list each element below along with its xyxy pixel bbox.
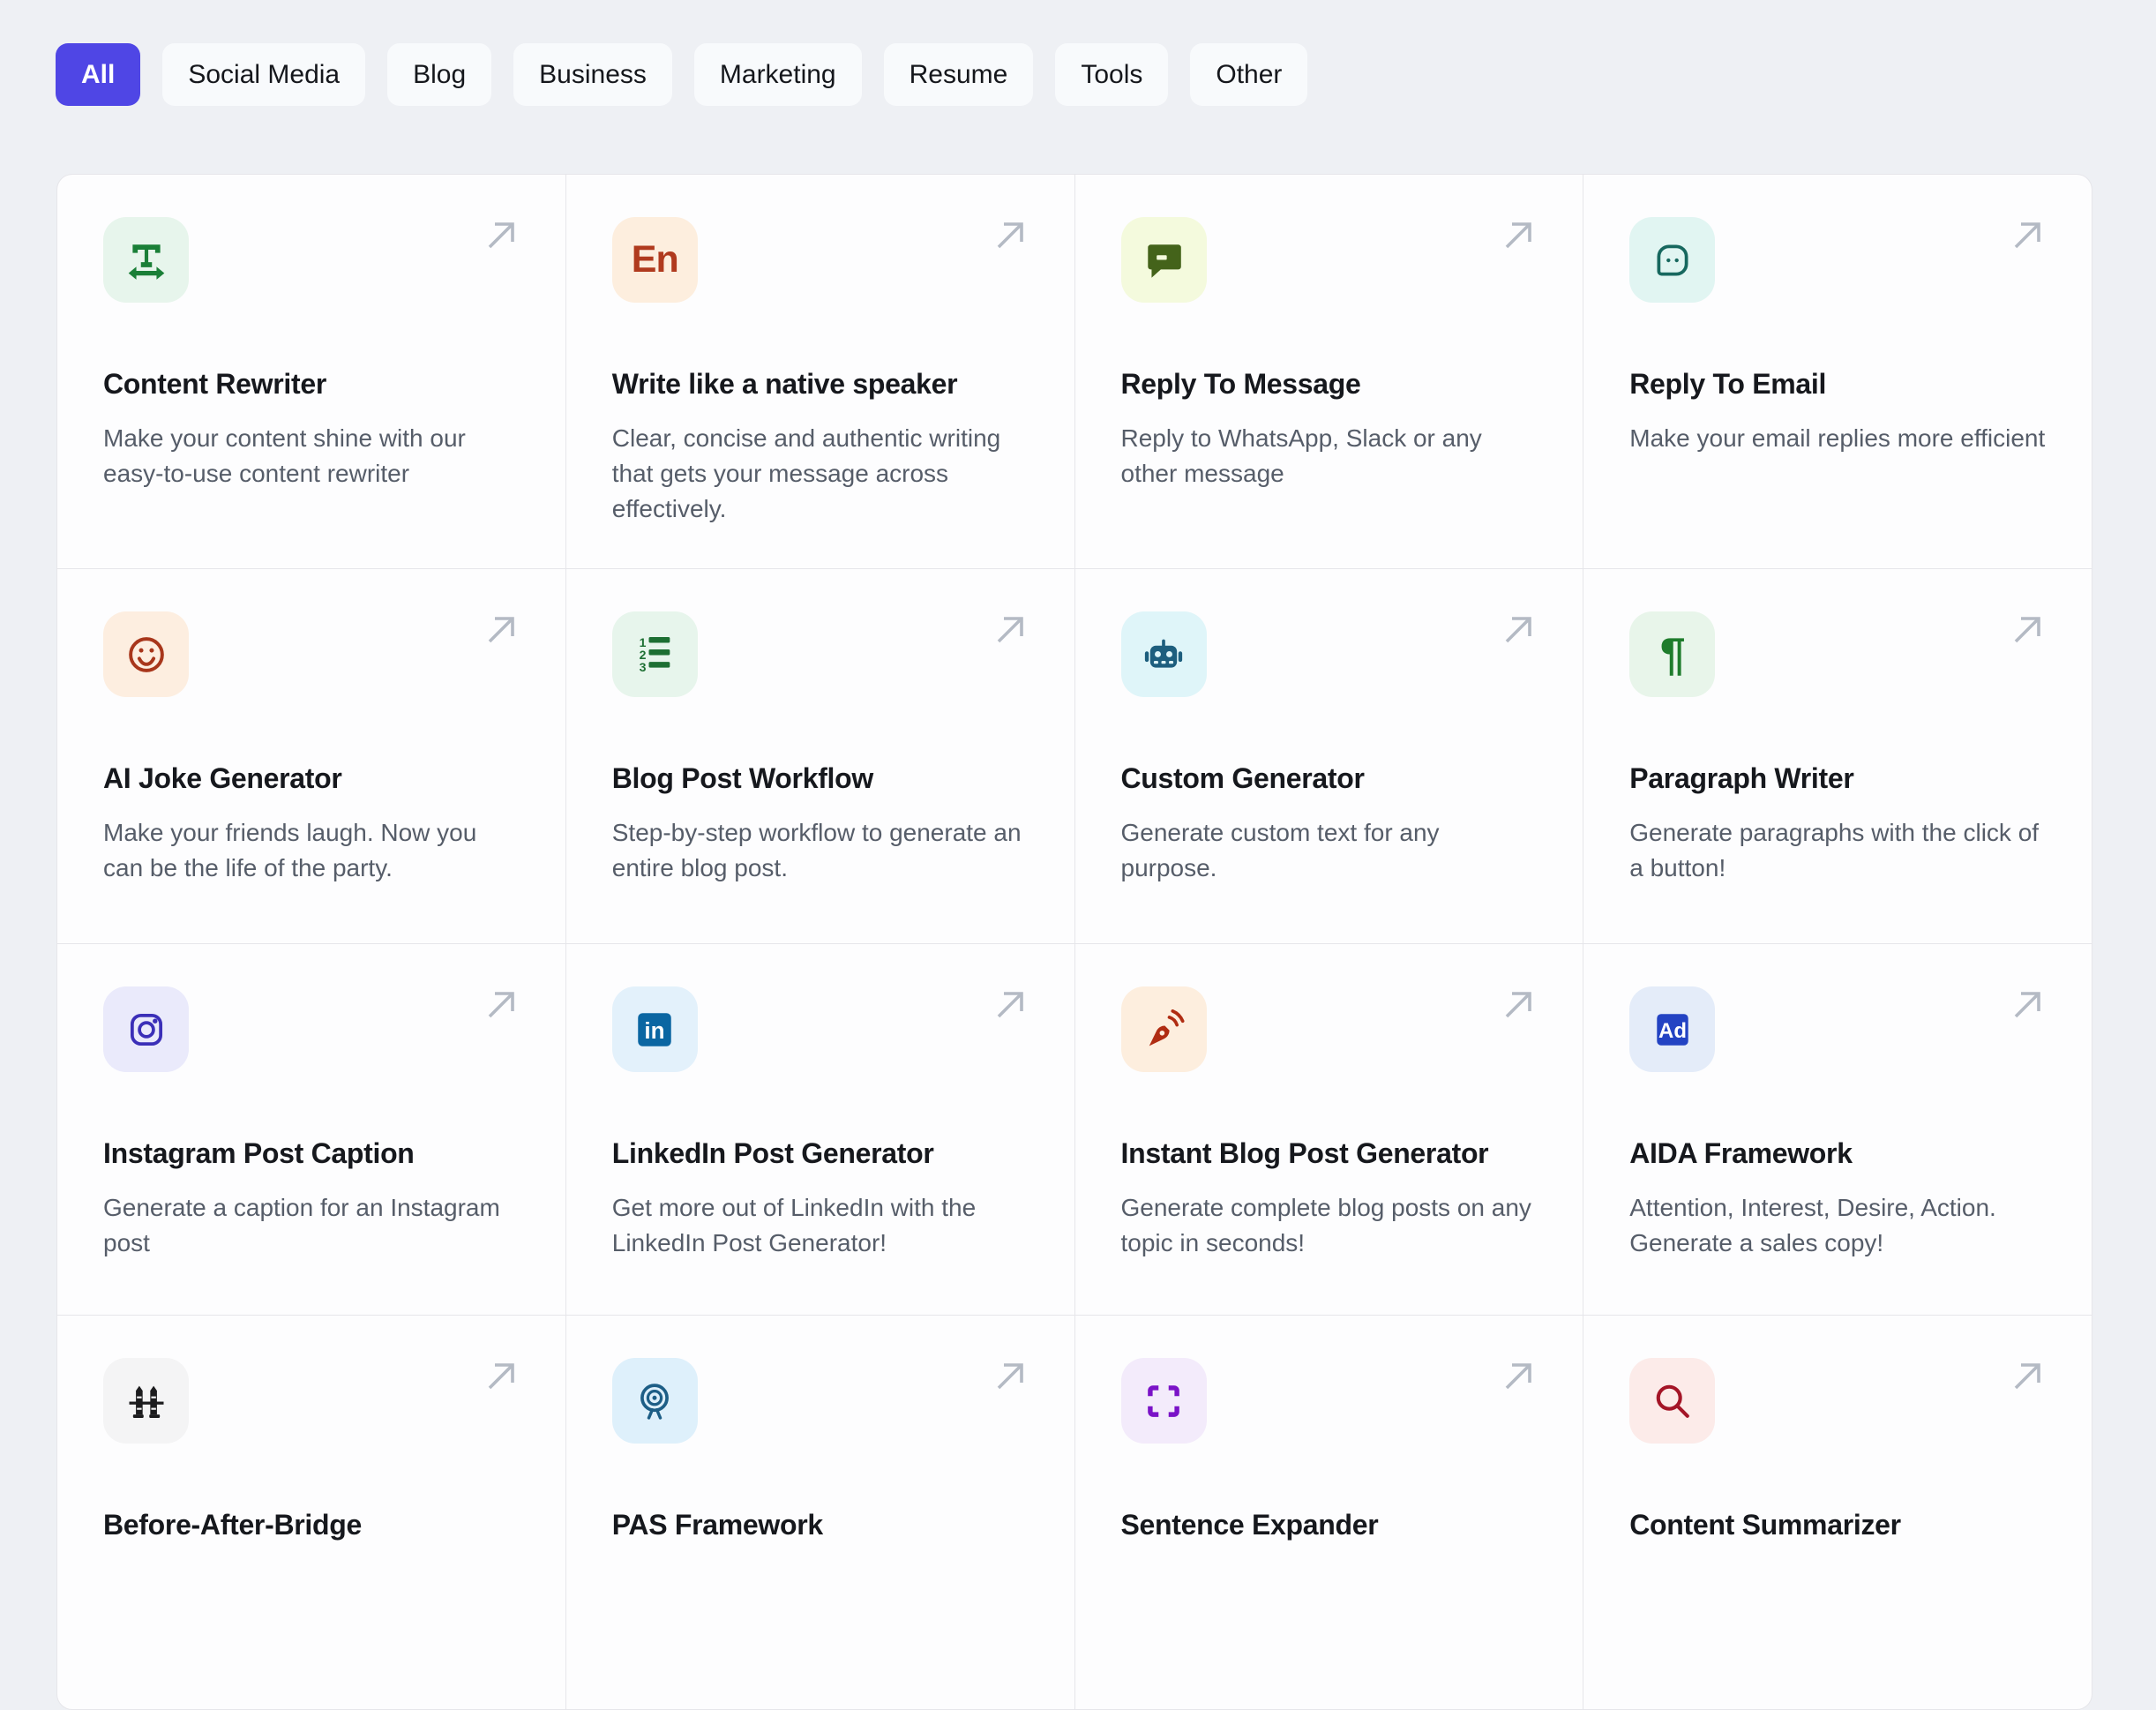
tool-title: Reply To Email xyxy=(1629,368,1827,400)
external-link-arrow-icon[interactable] xyxy=(2009,985,2047,1024)
chat-dots-icon xyxy=(1629,217,1716,303)
tool-card-instant-blog-post-generator[interactable]: Instant Blog Post Generator Generate com… xyxy=(1074,944,1583,1315)
tool-description: Make your email replies more efficient xyxy=(1629,424,2046,452)
svg-text:in: in xyxy=(645,1016,665,1043)
smiley-icon xyxy=(103,611,189,697)
tab-all[interactable]: All xyxy=(56,43,141,106)
tool-card-pas-framework[interactable]: PAS Framework xyxy=(565,1316,1074,1709)
tool-description: Make your friends laugh. Now you can be … xyxy=(103,818,477,881)
pen-signal-icon xyxy=(1120,986,1207,1072)
en-letters-icon: En xyxy=(611,217,698,303)
svg-text:Ad: Ad xyxy=(1658,1018,1687,1042)
external-link-arrow-icon[interactable] xyxy=(2009,215,2047,254)
tool-card-before-after-bridge[interactable]: Before-After-Bridge xyxy=(57,1316,565,1709)
pilcrow-icon: ¶ xyxy=(1629,611,1716,697)
filter-tab-label: Tools xyxy=(1081,59,1143,89)
target-icon xyxy=(611,1358,698,1444)
tool-description: Generate custom text for any purpose. xyxy=(1120,818,1440,881)
external-link-arrow-icon[interactable] xyxy=(483,610,521,649)
tool-card-reply-to-email[interactable]: Reply To Email Make your email replies m… xyxy=(1583,175,2092,568)
external-link-arrow-icon[interactable] xyxy=(992,215,1030,254)
external-link-arrow-icon[interactable] xyxy=(1500,215,1538,254)
tab-social-media[interactable]: Social Media xyxy=(162,43,366,106)
tool-title: Blog Post Workflow xyxy=(611,762,874,794)
tool-card-grid: Content Rewriter Make your content shine… xyxy=(56,174,2092,1710)
external-link-arrow-icon[interactable] xyxy=(992,985,1030,1024)
tool-title: Custom Generator xyxy=(1120,762,1365,794)
external-link-arrow-icon[interactable] xyxy=(1500,985,1538,1024)
tool-title: AIDA Framework xyxy=(1629,1137,1853,1169)
tool-title: Sentence Expander xyxy=(1120,1509,1379,1541)
tool-description: Get more out of LinkedIn with the Linked… xyxy=(611,1193,977,1256)
tool-title: Reply To Message xyxy=(1120,368,1361,400)
tool-card-content-summarizer[interactable]: Content Summarizer xyxy=(1583,1316,2092,1709)
tool-description: Generate paragraphs with the click of a … xyxy=(1629,818,2040,881)
tool-title: Instagram Post Caption xyxy=(103,1137,415,1169)
tool-card-custom-generator[interactable]: Custom Generator Generate custom text fo… xyxy=(1074,569,1583,943)
tool-title: LinkedIn Post Generator xyxy=(611,1137,934,1169)
linkedin-icon: in xyxy=(611,986,698,1072)
tool-card-linkedin-post-generator[interactable]: in LinkedIn Post Generator Get more out … xyxy=(565,944,1074,1315)
filter-tab-label: Business xyxy=(539,59,647,89)
tool-description: Step-by-step workflow to generate an ent… xyxy=(611,818,1022,881)
ad-badge-icon: Ad xyxy=(1629,986,1716,1072)
tool-card-reply-to-message[interactable]: Reply To Message Reply to WhatsApp, Slac… xyxy=(1074,175,1583,568)
tool-title: Content Rewriter xyxy=(103,368,326,400)
instagram-icon xyxy=(103,986,189,1072)
tool-description: Attention, Interest, Desire, Action. Gen… xyxy=(1629,1193,1996,1256)
bridge-icon xyxy=(103,1358,189,1444)
message-bubble-icon xyxy=(1120,217,1207,303)
numbered-list-icon: 123 xyxy=(611,611,698,697)
robot-icon xyxy=(1120,611,1207,697)
tool-card-aida-framework[interactable]: Ad AIDA Framework Attention, Interest, D… xyxy=(1583,944,2092,1315)
tool-card-instagram-post-caption[interactable]: Instagram Post Caption Generate a captio… xyxy=(57,944,565,1315)
filter-tab-label: Resume xyxy=(909,59,1008,89)
external-link-arrow-icon[interactable] xyxy=(483,215,521,254)
tab-tools[interactable]: Tools xyxy=(1055,43,1169,106)
tool-card-sentence-expander[interactable]: Sentence Expander xyxy=(1074,1316,1583,1709)
external-link-arrow-icon[interactable] xyxy=(483,985,521,1024)
tool-card-paragraph-writer[interactable]: ¶ Paragraph Writer Generate paragraphs w… xyxy=(1583,569,2092,943)
tool-card-blog-post-workflow[interactable]: 123 Blog Post Workflow Step-by-step work… xyxy=(565,569,1074,943)
external-link-arrow-icon[interactable] xyxy=(992,1356,1030,1395)
filter-tab-label: All xyxy=(81,59,116,89)
tab-blog[interactable]: Blog xyxy=(387,43,492,106)
tool-card-content-rewriter[interactable]: Content Rewriter Make your content shine… xyxy=(57,175,565,568)
magnifier-icon xyxy=(1629,1358,1716,1444)
tab-resume[interactable]: Resume xyxy=(883,43,1034,106)
tool-title: PAS Framework xyxy=(611,1509,823,1541)
tool-description: Reply to WhatsApp, Slack or any other me… xyxy=(1120,424,1482,487)
external-link-arrow-icon[interactable] xyxy=(1500,1356,1538,1395)
tool-card-write-like-a-native-speaker[interactable]: En Write like a native speaker Clear, co… xyxy=(565,175,1074,568)
svg-text:3: 3 xyxy=(640,659,647,673)
tool-description: Make your content shine with our easy-to… xyxy=(103,424,466,487)
filter-tab-label: Blog xyxy=(413,59,467,89)
tool-title: Write like a native speaker xyxy=(611,368,958,400)
external-link-arrow-icon[interactable] xyxy=(483,1356,521,1395)
tool-title: AI Joke Generator xyxy=(103,762,342,794)
filter-tab-label: Social Media xyxy=(188,59,341,89)
external-link-arrow-icon[interactable] xyxy=(2009,1356,2047,1395)
tab-other[interactable]: Other xyxy=(1190,43,1308,106)
tool-card-ai-joke-generator[interactable]: AI Joke Generator Make your friends laug… xyxy=(57,569,565,943)
external-link-arrow-icon[interactable] xyxy=(1500,610,1538,649)
external-link-arrow-icon[interactable] xyxy=(992,610,1030,649)
expand-icon xyxy=(1120,1358,1207,1444)
tool-title: Content Summarizer xyxy=(1629,1509,1901,1541)
tool-description: Generate complete blog posts on any topi… xyxy=(1120,1193,1531,1256)
filter-tab-label: Marketing xyxy=(719,59,836,89)
tab-marketing[interactable]: Marketing xyxy=(693,43,862,106)
text-width-icon xyxy=(103,217,189,303)
tool-title: Before-After-Bridge xyxy=(103,1509,362,1541)
tool-description: Generate a caption for an Instagram post xyxy=(103,1193,500,1256)
external-link-arrow-icon[interactable] xyxy=(2009,610,2047,649)
filter-tab-label: Other xyxy=(1216,59,1283,89)
tab-business[interactable]: Business xyxy=(513,43,672,106)
category-filter-bar: All Social Media Blog Business Marketing… xyxy=(56,43,1308,106)
tool-title: Instant Blog Post Generator xyxy=(1120,1137,1489,1169)
tool-title: Paragraph Writer xyxy=(1629,762,1854,794)
tool-description: Clear, concise and authentic writing tha… xyxy=(611,424,1001,522)
